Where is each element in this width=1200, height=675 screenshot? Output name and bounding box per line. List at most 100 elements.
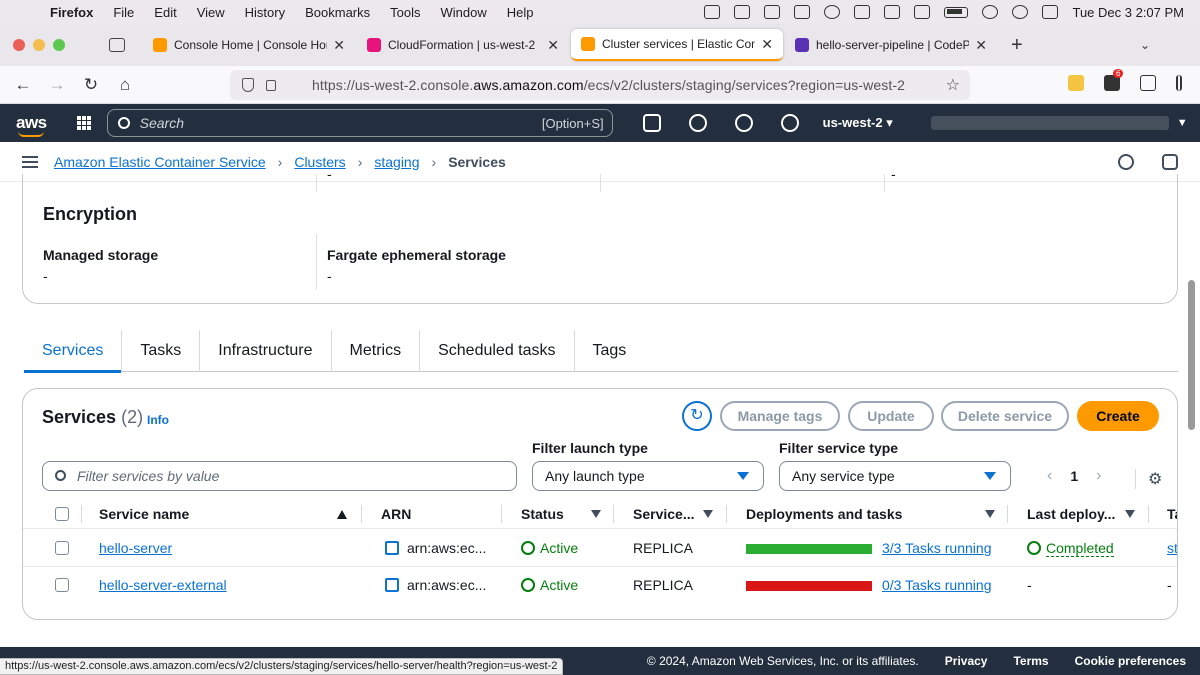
row-checkbox[interactable] — [55, 578, 69, 592]
column-service-type[interactable]: Service... — [633, 506, 695, 522]
tab-tasks[interactable]: Tasks — [122, 329, 201, 372]
manage-tags-button[interactable]: Manage tags — [720, 401, 840, 431]
menu-tools[interactable]: Tools — [390, 5, 420, 20]
wifi-icon[interactable] — [982, 5, 999, 19]
help-icon[interactable] — [734, 114, 753, 132]
forward-icon[interactable]: → — [46, 75, 68, 95]
notifications-hex-icon[interactable] — [1162, 153, 1178, 170]
breadcrumb-ecs[interactable]: Amazon Elastic Container Service — [54, 154, 266, 170]
region-selector[interactable]: us-west-2 ▾ — [823, 115, 893, 131]
url-bar[interactable]: https://us-west-2.console.aws.amazon.com… — [230, 70, 970, 100]
delete-service-button[interactable]: Delete service — [941, 401, 1069, 431]
lock-icon[interactable] — [266, 79, 276, 91]
account-menu[interactable] — [930, 116, 1169, 130]
browser-tab-cloudformation[interactable]: CloudFormation | us-west-2 ✕ — [357, 29, 569, 61]
menu-bookmarks[interactable]: Bookmarks — [305, 5, 370, 20]
close-tab-icon[interactable]: ✕ — [547, 37, 559, 54]
tab-overview-icon[interactable] — [109, 38, 125, 52]
column-last-deployment[interactable]: Last deploy... — [1027, 506, 1115, 522]
row-checkbox[interactable] — [55, 541, 69, 555]
menu-icon[interactable] — [1176, 75, 1182, 91]
breadcrumb-staging[interactable]: staging — [374, 154, 419, 170]
cloudshell-icon[interactable] — [642, 114, 661, 132]
menu-firefox[interactable]: Firefox — [50, 5, 93, 20]
tasks-running-link[interactable]: 0/3 Tasks running — [882, 577, 991, 593]
bluetooth-icon[interactable] — [914, 5, 931, 19]
close-tab-icon[interactable]: ✕ — [333, 37, 345, 54]
spotlight-icon[interactable] — [1012, 5, 1029, 19]
next-page-icon[interactable]: › — [1096, 467, 1101, 485]
bookmark-star-icon[interactable]: ☆ — [946, 75, 960, 95]
column-arn[interactable]: ARN — [381, 506, 411, 522]
launch-type-select[interactable]: Any launch type — [532, 461, 764, 491]
status-app-icon[interactable] — [704, 5, 721, 19]
tab-services[interactable]: Services — [24, 329, 123, 373]
breadcrumb-clusters[interactable]: Clusters — [294, 154, 345, 170]
previous-page-icon[interactable]: ‹ — [1047, 467, 1052, 485]
mute-icon[interactable] — [854, 5, 871, 19]
display-icon[interactable] — [884, 5, 901, 19]
control-center-icon[interactable] — [1042, 5, 1059, 19]
service-type-select[interactable]: Any service type — [779, 461, 1011, 491]
menu-file[interactable]: File — [113, 5, 134, 20]
tab-metrics[interactable]: Metrics — [332, 329, 421, 372]
table-preferences-gear-icon[interactable]: ⚙ — [1135, 469, 1162, 489]
clock[interactable]: Tue Dec 3 2:07 PM — [1072, 5, 1184, 20]
home-icon[interactable]: ⌂ — [114, 75, 136, 95]
service-name-link[interactable]: hello-server-external — [99, 577, 227, 593]
browser-tab-codepipeline[interactable]: hello-server-pipeline | CodePipe ✕ — [785, 29, 997, 61]
back-icon[interactable]: ← — [12, 75, 34, 95]
column-service-name[interactable]: Service name — [99, 506, 189, 522]
select-all-checkbox[interactable] — [55, 507, 69, 521]
sort-icon[interactable] — [985, 510, 995, 518]
current-page[interactable]: 1 — [1070, 468, 1078, 484]
terms-link[interactable]: Terms — [1013, 654, 1048, 668]
chevron-down-icon[interactable]: ▼ — [1177, 117, 1188, 129]
zoom-window-button[interactable] — [53, 39, 65, 51]
browser-tab-cluster-services[interactable]: Cluster services | Elastic Contai ✕ — [571, 29, 783, 61]
copy-icon[interactable] — [385, 578, 399, 592]
new-tab-icon[interactable]: + — [1011, 34, 1023, 57]
minimize-window-button[interactable] — [33, 39, 45, 51]
page-scrollbar[interactable] — [1188, 280, 1195, 430]
menu-edit[interactable]: Edit — [154, 5, 176, 20]
menu-help[interactable]: Help — [507, 5, 534, 20]
tracking-protection-icon[interactable] — [242, 78, 254, 92]
last-deployment-status[interactable]: Completed — [1027, 540, 1114, 557]
settings-gear-icon[interactable] — [780, 114, 799, 132]
aws-search-input[interactable]: Search [Option+S] — [106, 109, 613, 137]
tasks-link[interactable]: st — [1167, 540, 1177, 556]
create-button[interactable]: Create — [1077, 401, 1159, 431]
update-button[interactable]: Update — [848, 401, 934, 431]
info-panel-icon[interactable] — [1118, 153, 1134, 170]
list-all-tabs-icon[interactable]: ⌄ — [1140, 38, 1150, 52]
tab-infrastructure[interactable]: Infrastructure — [200, 329, 332, 372]
extension-gift-icon[interactable]: 6 — [1104, 69, 1124, 91]
sort-icon[interactable] — [1125, 510, 1135, 518]
reload-icon[interactable]: ↻ — [80, 75, 102, 95]
battery-icon[interactable] — [944, 6, 969, 18]
menu-history[interactable]: History — [245, 5, 285, 20]
tasks-running-link[interactable]: 3/3 Tasks running — [882, 540, 991, 556]
privacy-link[interactable]: Privacy — [945, 654, 988, 668]
tab-scheduled-tasks[interactable]: Scheduled tasks — [420, 329, 575, 372]
copy-icon[interactable] — [385, 541, 399, 555]
column-status[interactable]: Status — [521, 506, 564, 522]
refresh-icon[interactable]: ↻ — [682, 401, 712, 431]
sort-icon[interactable] — [591, 510, 601, 518]
extensions-puzzle-icon[interactable] — [1140, 75, 1156, 91]
close-window-button[interactable] — [13, 39, 25, 51]
side-nav-menu-icon[interactable] — [22, 153, 38, 171]
amazon-icon[interactable] — [794, 5, 811, 19]
vector-icon[interactable] — [764, 5, 781, 19]
browser-tab-console-home[interactable]: Console Home | Console Home ✕ — [143, 29, 355, 61]
document-icon[interactable] — [734, 5, 751, 19]
notifications-bell-icon[interactable] — [688, 114, 707, 132]
menu-window[interactable]: Window — [441, 5, 487, 20]
close-tab-icon[interactable]: ✕ — [761, 36, 773, 53]
aws-logo[interactable]: aws — [16, 113, 47, 137]
service-name-link[interactable]: hello-server — [99, 540, 172, 556]
extension-icon[interactable] — [1068, 75, 1084, 91]
services-menu-icon[interactable] — [76, 116, 91, 130]
cookie-preferences-link[interactable]: Cookie preferences — [1075, 654, 1186, 668]
